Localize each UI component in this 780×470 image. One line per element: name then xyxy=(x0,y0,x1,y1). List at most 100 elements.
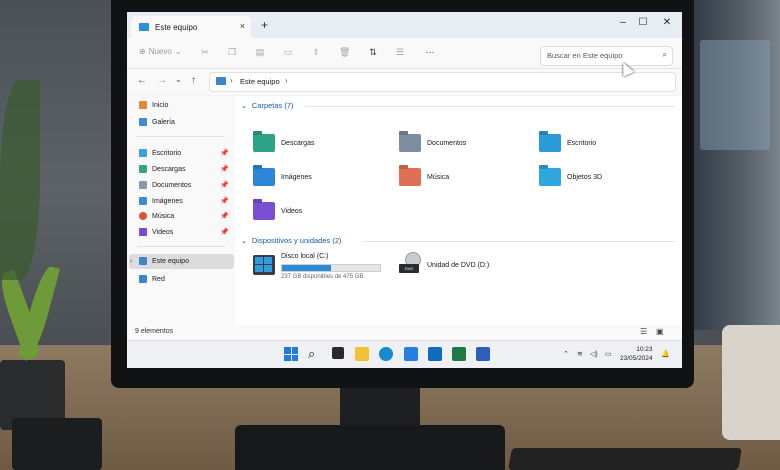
tiles-view-icon[interactable]: ▣ xyxy=(656,327,664,336)
folder-videos[interactable]: Videos xyxy=(253,200,302,222)
sort-icon[interactable]: ⇅ xyxy=(368,47,378,57)
sidebar-divider xyxy=(137,136,225,137)
documents-icon xyxy=(139,181,147,189)
sidebar-item-este-equipo[interactable]: › Este equipo xyxy=(130,254,235,268)
section-header-carpetas[interactable]: ⌄ Carpetas (7) xyxy=(241,101,294,110)
view-icon[interactable]: ☰ xyxy=(395,47,405,57)
dvd-drive-icon: DVD xyxy=(399,252,421,276)
music-folder-icon xyxy=(399,168,421,186)
section-header-dispositivos[interactable]: ⌄ Dispositivos y unidades (2) xyxy=(241,236,342,245)
sidebar-item-label: Red xyxy=(152,275,165,283)
sidebar-item-inicio[interactable]: Inicio xyxy=(139,98,235,112)
network-icon xyxy=(139,275,147,283)
battery-icon[interactable]: ▭ xyxy=(605,350,612,358)
drive-d[interactable]: DVD Unidad de DVD (D:) xyxy=(399,252,519,284)
details-view-icon[interactable]: ☰ xyxy=(640,327,647,336)
drive-label: Disco local (C:) xyxy=(281,253,329,260)
more-icon[interactable]: ··· xyxy=(425,47,435,57)
file-explorer-window: Este equipo × + – ☐ ✕ ⊕ Nuevo ⌄ ✂ ❐ ▤ ▭ … xyxy=(127,12,682,368)
store-icon[interactable] xyxy=(404,347,418,361)
sidebar-item-escritorio[interactable]: Escritorio 📌 xyxy=(139,146,235,160)
task-view-icon[interactable] xyxy=(332,347,344,359)
new-tab-button[interactable]: + xyxy=(261,18,268,32)
folder-objetos-3d[interactable]: Objetos 3D xyxy=(539,166,602,188)
3d-objects-folder-icon xyxy=(539,168,561,186)
folder-escritorio[interactable]: Escritorio xyxy=(539,132,596,154)
pictures-icon xyxy=(139,197,147,205)
desktop-folder-icon xyxy=(539,134,561,152)
recent-chevron-icon[interactable]: ⌄ xyxy=(175,75,182,84)
item-count: 9 elementos xyxy=(135,328,174,335)
notification-bell-icon[interactable]: 🔔 xyxy=(661,350,670,358)
start-windows-icon[interactable] xyxy=(284,347,298,361)
documents-folder-icon xyxy=(399,134,421,152)
sidebar-item-imagenes[interactable]: Imágenes 📌 xyxy=(139,194,235,208)
sidebar-item-label: Música xyxy=(152,212,175,220)
sidebar-item-galeria[interactable]: Galería xyxy=(139,115,235,129)
folder-label: Imágenes xyxy=(281,173,312,181)
sidebar-item-videos[interactable]: Videos 📌 xyxy=(139,225,235,239)
rename-icon[interactable]: ▭ xyxy=(283,47,293,57)
content-pane: ⌄ Carpetas (7) Descargas Documentos Escr… xyxy=(235,96,682,346)
drive-usage-bar xyxy=(281,264,381,272)
taskbar: ⌕ ⌃ ≋ ◁) ▭ 10:23 23/05/2024 🔔 xyxy=(127,340,682,368)
folder-imagenes[interactable]: Imágenes xyxy=(253,166,312,188)
edge-icon[interactable] xyxy=(379,347,393,361)
up-arrow-icon[interactable]: ↑ xyxy=(191,75,196,86)
chevron-down-icon: ⌄ xyxy=(241,237,247,245)
close-button[interactable]: ✕ xyxy=(657,17,677,28)
computer-icon xyxy=(216,77,226,85)
wifi-icon[interactable]: ≋ xyxy=(577,350,583,358)
search-icon[interactable]: ⌕ xyxy=(308,347,322,361)
excel-icon[interactable] xyxy=(452,347,466,361)
outlook-icon[interactable] xyxy=(428,347,442,361)
share-icon[interactable]: ⇪ xyxy=(311,47,321,57)
desktop-icon xyxy=(139,149,147,157)
copy-icon[interactable]: ❐ xyxy=(227,47,237,57)
folder-label: Documentos xyxy=(427,139,467,147)
plus-circle-icon: ⊕ xyxy=(139,47,146,56)
new-button[interactable]: ⊕ Nuevo ⌄ xyxy=(139,47,182,56)
sidebar-item-musica[interactable]: Música 📌 xyxy=(139,209,235,223)
tab-title: Este equipo xyxy=(155,22,198,32)
delete-icon[interactable]: 🗑 xyxy=(339,47,350,57)
drive-c[interactable]: Disco local (C:) 237 GB disponibles de 4… xyxy=(253,253,393,285)
videos-folder-icon xyxy=(253,202,275,220)
file-explorer-icon[interactable] xyxy=(355,347,369,361)
monitor-stand-base xyxy=(235,425,505,470)
maximize-button[interactable]: ☐ xyxy=(633,17,653,28)
section-title: Carpetas (7) xyxy=(251,101,294,110)
drive-free-space: 237 GB disponibles de 475 GB xyxy=(281,274,364,280)
word-icon[interactable] xyxy=(476,347,490,361)
forward-arrow-icon[interactable]: → xyxy=(157,75,167,86)
minimize-button[interactable]: – xyxy=(613,17,633,28)
tab-este-equipo[interactable]: Este equipo × xyxy=(131,16,251,38)
sidebar-item-red[interactable]: Red xyxy=(139,272,235,286)
paste-icon[interactable]: ▤ xyxy=(255,47,265,57)
volume-icon[interactable]: ◁) xyxy=(590,350,598,358)
cut-icon[interactable]: ✂ xyxy=(200,47,210,57)
address-bar[interactable]: › Este equipo › xyxy=(209,72,676,92)
chevron-down-icon: ⌄ xyxy=(174,47,182,56)
pictures-folder-icon xyxy=(253,168,275,186)
back-arrow-icon[interactable]: ← xyxy=(137,75,147,86)
folder-descargas[interactable]: Descargas xyxy=(253,132,314,154)
system-clock[interactable]: 10:23 23/05/2024 xyxy=(620,345,653,363)
sidebar-item-documentos[interactable]: Documentos 📌 xyxy=(139,178,235,192)
coffee-mug xyxy=(722,325,780,440)
chevron-right-icon[interactable]: › xyxy=(130,258,132,265)
chevron-up-icon[interactable]: ⌃ xyxy=(563,350,569,358)
breadcrumb-separator: › xyxy=(230,76,233,85)
breadcrumb[interactable]: Este equipo xyxy=(240,77,280,86)
sidebar-item-label: Descargas xyxy=(152,165,186,173)
folder-documentos[interactable]: Documentos xyxy=(399,132,466,154)
pin-icon: 📌 xyxy=(220,213,229,220)
gallery-icon xyxy=(139,118,147,126)
windows-drive-icon xyxy=(253,255,275,275)
search-input[interactable]: Buscar en Este equipo ⌕ xyxy=(540,46,673,66)
sidebar-item-label: Escritorio xyxy=(152,149,182,157)
background-window xyxy=(700,40,770,150)
sidebar-item-descargas[interactable]: Descargas 📌 xyxy=(139,162,235,176)
tab-close-icon[interactable]: × xyxy=(240,21,245,31)
folder-musica[interactable]: Música xyxy=(399,166,449,188)
